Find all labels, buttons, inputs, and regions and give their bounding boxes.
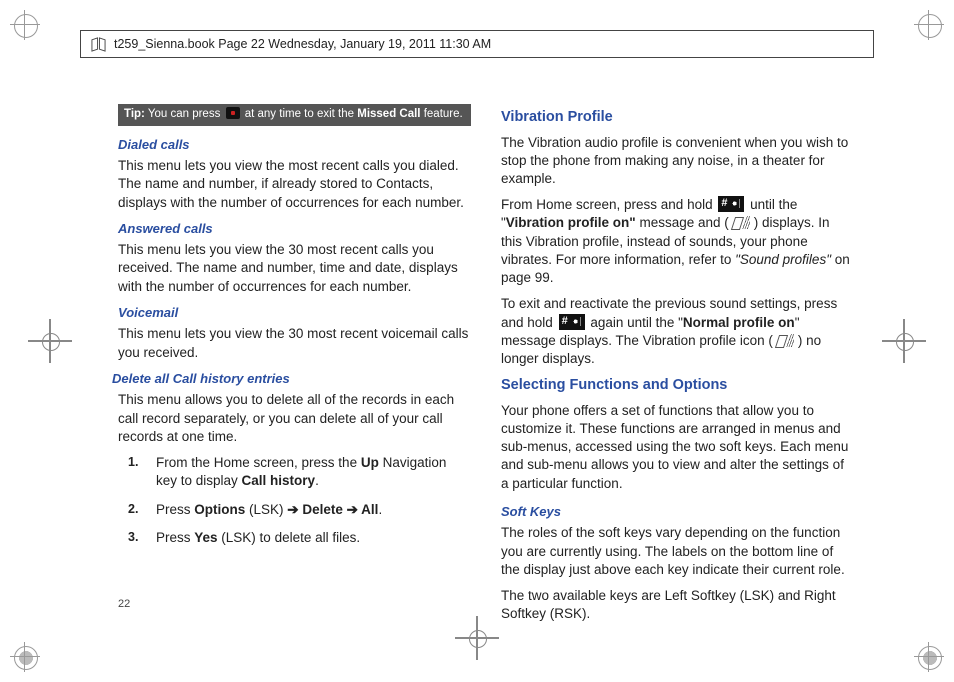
pound-key-icon [559,314,585,330]
arrow-icon: ➔ [347,502,358,517]
heading-dialed-calls: Dialed calls [118,136,471,154]
right-column: Vibration Profile The Vibration audio pr… [501,104,854,592]
registration-cross-icon [882,319,926,363]
left-column: Tip: You can press at any time to exit t… [118,104,471,592]
tip-box: Tip: You can press at any time to exit t… [118,104,471,126]
crop-mark-icon [914,10,944,40]
registration-cross-icon [455,616,499,660]
para-dialed: This menu lets you view the most recent … [118,157,471,212]
para-vib-on: From Home screen, press and hold until t… [501,196,854,287]
framemaker-header: t259_Sienna.book Page 22 Wednesday, Janu… [80,30,874,58]
vibration-icon [775,334,796,347]
heading-answered-calls: Answered calls [118,220,471,238]
header-text: t259_Sienna.book Page 22 Wednesday, Janu… [114,37,491,51]
page-number: 22 [118,598,130,610]
heading-vibration-profile: Vibration Profile [501,108,854,128]
heading-soft-keys: Soft Keys [501,503,854,521]
arrow-icon: ➔ [287,502,298,517]
vibration-icon [731,216,752,229]
pound-key-icon [718,196,744,212]
heading-selecting-functions: Selecting Functions and Options [501,376,854,396]
para-selecting: Your phone offers a set of functions tha… [501,402,854,493]
book-icon [91,37,106,52]
step-number: 2. [128,501,142,519]
list-item: 1. From the Home screen, press the Up Na… [128,454,471,490]
cross-reference: "Sound profiles" [735,252,831,267]
para-delete: This menu allows you to delete all of th… [118,391,471,446]
crop-mark-icon [10,10,40,40]
step-text: Press Yes (LSK) to delete all files. [156,529,360,547]
para-softkeys-2: The two available keys are Left Softkey … [501,587,854,623]
crop-mark-icon [914,642,944,672]
para-answered: This menu lets you view the 30 most rece… [118,241,471,296]
para-voicemail: This menu lets you view the 30 most rece… [118,325,471,361]
step-text: From the Home screen, press the Up Navig… [156,454,471,490]
delete-steps: 1. From the Home screen, press the Up Na… [128,454,471,547]
registration-cross-icon [28,319,72,363]
list-item: 2. Press Options (LSK) ➔ Delete ➔ All. [128,501,471,519]
para-softkeys-1: The roles of the soft keys vary dependin… [501,524,854,579]
step-text: Press Options (LSK) ➔ Delete ➔ All. [156,501,382,519]
crop-mark-icon [10,642,40,672]
page-body: Tip: You can press at any time to exit t… [118,104,854,592]
list-item: 3. Press Yes (LSK) to delete all files. [128,529,471,547]
step-number: 1. [128,454,142,490]
para-vib-intro: The Vibration audio profile is convenien… [501,134,854,189]
heading-delete-history: Delete all Call history entries [112,370,471,388]
step-number: 3. [128,529,142,547]
tip-label: Tip: [124,108,145,120]
para-vib-off: To exit and reactivate the previous soun… [501,295,854,368]
end-key-icon [226,107,240,119]
heading-voicemail: Voicemail [118,304,471,322]
